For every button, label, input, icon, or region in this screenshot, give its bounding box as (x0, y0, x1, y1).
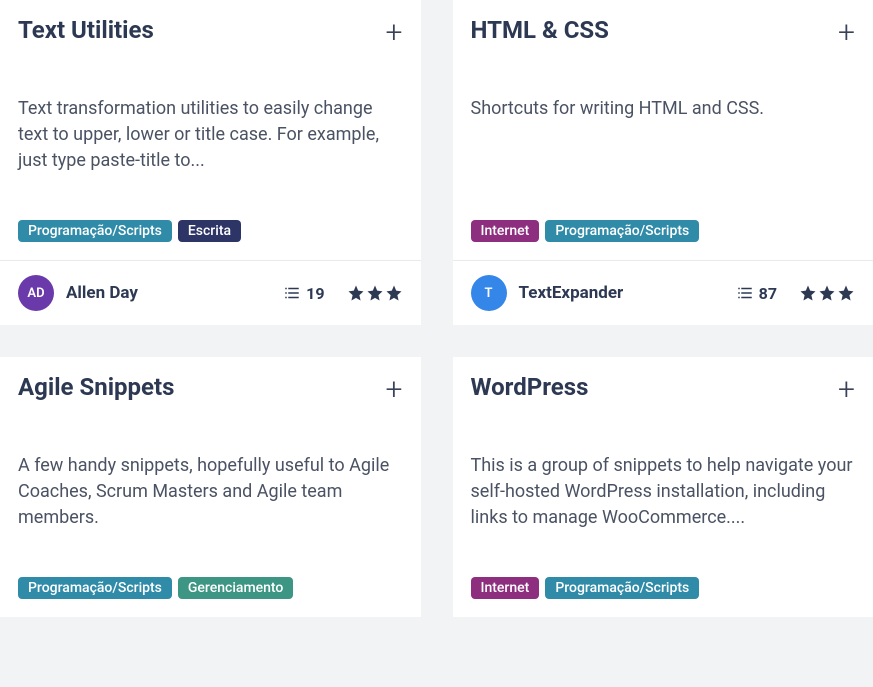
star-icon (818, 284, 836, 302)
star-icon (799, 284, 817, 302)
tag-list: Programação/Scripts Gerenciamento (18, 577, 403, 599)
tag[interactable]: Gerenciamento (178, 577, 294, 599)
tag[interactable]: Escrita (178, 220, 241, 242)
tag[interactable]: Programação/Scripts (18, 577, 172, 599)
card-header: WordPress + (471, 373, 856, 405)
tag-list: InternetProgramação/Scripts (471, 577, 856, 599)
card-body: HTML & CSS + Shortcuts for writing HTML an… (453, 0, 873, 260)
card-footer: T TextExpander 87 (453, 260, 873, 325)
tag[interactable]: Internet (471, 577, 540, 599)
author-name[interactable]: Allen Day (66, 283, 271, 303)
card-footer: AD Allen Day 19 (0, 260, 421, 325)
snippet-card[interactable]: HTML & CSS + Shortcuts for writing HTML an… (453, 0, 873, 325)
author-avatar[interactable]: AD (18, 275, 54, 311)
snippet-card[interactable]: Text Utilities + Text transformation utili… (0, 0, 421, 325)
count-value: 87 (759, 284, 777, 303)
card-description: Shortcuts for writing HTML and CSS. (471, 96, 856, 202)
add-icon[interactable]: + (386, 373, 403, 405)
card-title[interactable]: HTML & CSS (471, 16, 609, 45)
snippet-card[interactable]: Agile Snippets + A few handy snippets, hop… (0, 357, 421, 617)
card-body: WordPress + This is a group of snippets to… (453, 357, 873, 617)
count-value: 19 (306, 284, 324, 303)
add-icon[interactable]: + (386, 16, 403, 48)
tag-list: Programação/Scripts Escrita (18, 220, 403, 242)
add-icon[interactable]: + (838, 16, 855, 48)
card-header: Text Utilities + (18, 16, 403, 48)
card-header: Agile Snippets + (18, 373, 403, 405)
author-avatar[interactable]: T (471, 275, 507, 311)
card-description: A few handy snippets, hopefully useful t… (18, 453, 403, 559)
card-header: HTML & CSS + (471, 16, 856, 48)
card-body: Agile Snippets + A few handy snippets, hop… (0, 357, 421, 617)
star-icon (366, 284, 384, 302)
star-icon (347, 284, 365, 302)
author-name[interactable]: TextExpander (519, 283, 724, 303)
tag[interactable]: Programação/Scripts (545, 577, 699, 599)
card-description: This is a group of snippets to help navi… (471, 453, 856, 559)
card-body: Text Utilities + Text transformation utili… (0, 0, 421, 260)
rating-stars[interactable] (799, 284, 855, 302)
card-title[interactable]: Agile Snippets (18, 373, 174, 402)
star-icon (385, 284, 403, 302)
tag[interactable]: Programação/Scripts (18, 220, 172, 242)
card-grid: Text Utilities + Text transformation utili… (0, 0, 873, 617)
snippet-count: 19 (283, 284, 324, 303)
rating-stars[interactable] (347, 284, 403, 302)
add-icon[interactable]: + (838, 373, 855, 405)
card-title[interactable]: WordPress (471, 373, 589, 402)
tag[interactable]: Programação/Scripts (545, 220, 699, 242)
card-title[interactable]: Text Utilities (18, 16, 154, 45)
card-description: Text transformation utilities to easily … (18, 96, 403, 202)
snippet-count: 87 (736, 284, 777, 303)
tag[interactable]: Internet (471, 220, 540, 242)
tag-list: InternetProgramação/Scripts (471, 220, 856, 242)
list-icon (736, 284, 754, 302)
star-icon (837, 284, 855, 302)
snippet-card[interactable]: WordPress + This is a group of snippets to… (453, 357, 873, 617)
list-icon (283, 284, 301, 302)
